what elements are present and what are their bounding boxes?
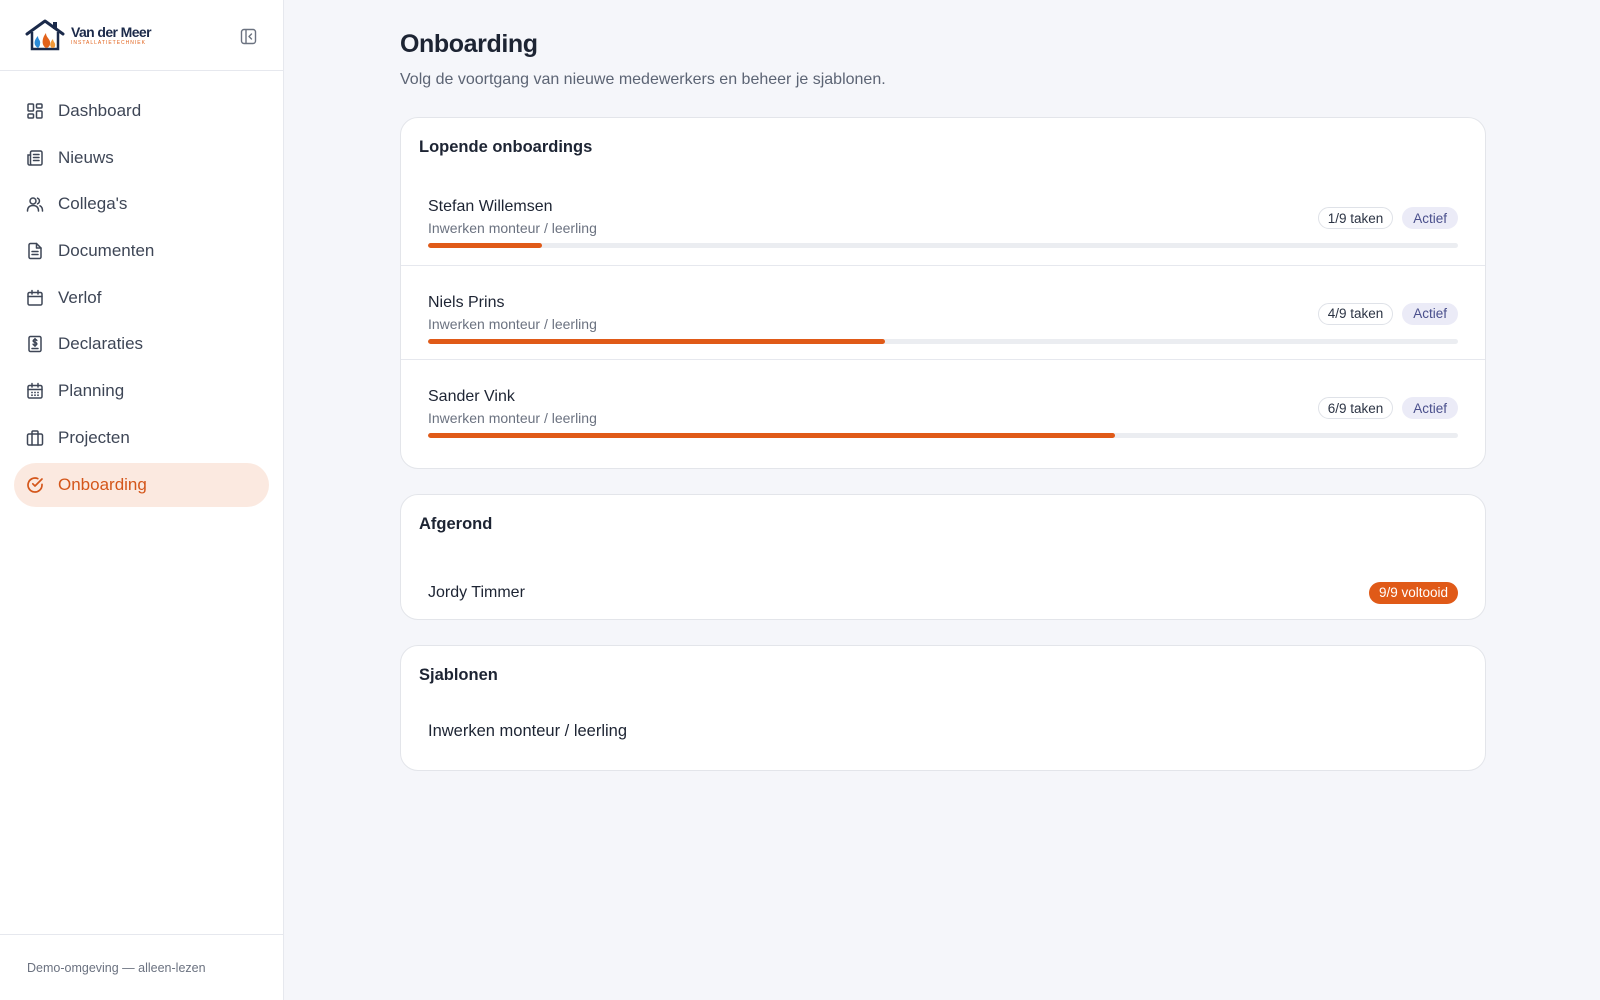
running-onboardings-card: Lopende onboardings Stefan Willemsen Inw… xyxy=(400,117,1486,469)
card-title: Afgerond xyxy=(419,514,493,533)
row-badges: 4/9 taken Actief xyxy=(1317,302,1458,325)
task-count-badge: 4/9 taken xyxy=(1317,302,1394,325)
completed-onboardings-card: Afgerond Jordy Timmer 9/9 voltooid xyxy=(400,493,1486,620)
sidebar-item-label: Nieuws xyxy=(58,147,114,167)
completed-badge: 9/9 voltooid xyxy=(1368,581,1458,604)
sidebar-item-nieuws[interactable]: Nieuws xyxy=(14,136,269,180)
sidebar-item-label: Documenten xyxy=(58,241,155,261)
template-name: Inwerken monteur / leerling xyxy=(428,410,597,426)
progress-fill xyxy=(428,338,886,344)
calendar-grid-icon xyxy=(27,382,43,399)
progress-bar xyxy=(428,243,1458,248)
onboarding-row[interactable]: Niels Prins Inwerken monteur / leerling … xyxy=(401,264,1485,360)
environment-notice: Demo-omgeving — alleen-lezen xyxy=(27,960,206,975)
sidebar-collapse-icon xyxy=(240,28,256,44)
status-badge: Actief xyxy=(1402,302,1458,325)
brand-subtitle: INSTALLATIETECHNIEK xyxy=(71,39,146,46)
card-title: Lopende onboardings xyxy=(419,138,593,156)
briefcase-icon xyxy=(26,430,44,446)
page-subtitle: Volg de voortgang van nieuwe medewerkers… xyxy=(400,71,886,88)
sidebar-item-label: Verlof xyxy=(58,287,102,307)
sidebar-item-projecten[interactable]: Projecten xyxy=(14,416,269,460)
task-count-badge: 6/9 taken xyxy=(1317,397,1394,419)
sidebar-item-dashboard[interactable]: Dashboard xyxy=(14,89,269,133)
progress-fill xyxy=(428,243,543,248)
completed-row[interactable]: Jordy Timmer 9/9 voltooid xyxy=(401,547,1485,619)
dashboard-icon xyxy=(27,103,43,119)
row-badges: 6/9 taken Actief xyxy=(1317,397,1458,419)
templates-card: Sjablonen Inwerken monteur / leerling xyxy=(400,644,1486,771)
receipt-icon xyxy=(28,336,42,353)
employee-name: Sander Vink xyxy=(428,388,515,405)
template-name: Inwerken monteur / leerling xyxy=(428,220,597,236)
sidebar-item-label: Onboarding xyxy=(58,474,147,494)
company-logo[interactable]: Van der Meer INSTALLATIETECHNIEK xyxy=(24,18,152,52)
sidebar-item-label: Collega's xyxy=(58,194,128,214)
template-row[interactable]: Inwerken monteur / leerling xyxy=(401,698,1485,770)
card-title: Sjablonen xyxy=(419,665,498,684)
sidebar-item-collegas[interactable]: Collega's xyxy=(14,182,269,226)
main-content: Onboarding Volg de voortgang van nieuwe … xyxy=(400,0,1486,771)
sidebar-collapse-button[interactable] xyxy=(238,26,258,46)
progress-bar xyxy=(428,433,1458,438)
sidebar-item-planning[interactable]: Planning xyxy=(14,369,269,413)
sidebar-nav: Dashboard Nieuws Collega's Documenten Ve… xyxy=(0,71,283,507)
check-circle-icon xyxy=(27,476,43,493)
employee-name: Niels Prins xyxy=(428,293,505,311)
sidebar-item-label: Dashboard xyxy=(58,101,142,120)
sidebar-item-label: Declaraties xyxy=(58,334,144,354)
house-flame-logo-icon xyxy=(25,19,65,51)
sidebar-item-onboarding[interactable]: Onboarding xyxy=(14,462,269,507)
page-title: Onboarding xyxy=(400,30,538,58)
task-count-badge: 1/9 taken xyxy=(1317,207,1394,229)
onboarding-row[interactable]: Stefan Willemsen Inwerken monteur / leer… xyxy=(401,170,1485,265)
sidebar-item-verlof[interactable]: Verlof xyxy=(14,276,269,320)
employee-name: Jordy Timmer xyxy=(428,583,525,601)
brand-header: Van der Meer INSTALLATIETECHNIEK xyxy=(0,0,283,71)
sidebar-item-label: Projecten xyxy=(58,427,130,447)
row-badges: 1/9 taken Actief xyxy=(1317,207,1458,229)
sidebar-item-declaraties[interactable]: Declaraties xyxy=(14,322,269,366)
progress-bar xyxy=(428,338,1458,344)
template-name: Inwerken monteur / leerling xyxy=(428,721,628,740)
progress-fill xyxy=(428,433,1115,438)
sidebar: Van der Meer INSTALLATIETECHNIEK Dashboa… xyxy=(0,0,284,1000)
status-badge: Actief xyxy=(1402,397,1458,419)
sidebar-footer: Demo-omgeving — alleen-lezen xyxy=(0,934,283,1000)
template-name: Inwerken monteur / leerling xyxy=(428,315,597,332)
brand-name: Van der Meer xyxy=(71,23,152,40)
calendar-icon xyxy=(27,289,43,306)
users-icon xyxy=(26,197,44,213)
sidebar-item-label: Planning xyxy=(58,381,125,401)
document-icon xyxy=(28,242,42,260)
newspaper-icon xyxy=(27,149,43,166)
onboarding-row[interactable]: Sander Vink Inwerken monteur / leerling … xyxy=(401,359,1485,454)
employee-name: Stefan Willemsen xyxy=(428,198,553,215)
status-badge: Actief xyxy=(1402,207,1458,229)
sidebar-item-documenten[interactable]: Documenten xyxy=(14,229,269,273)
